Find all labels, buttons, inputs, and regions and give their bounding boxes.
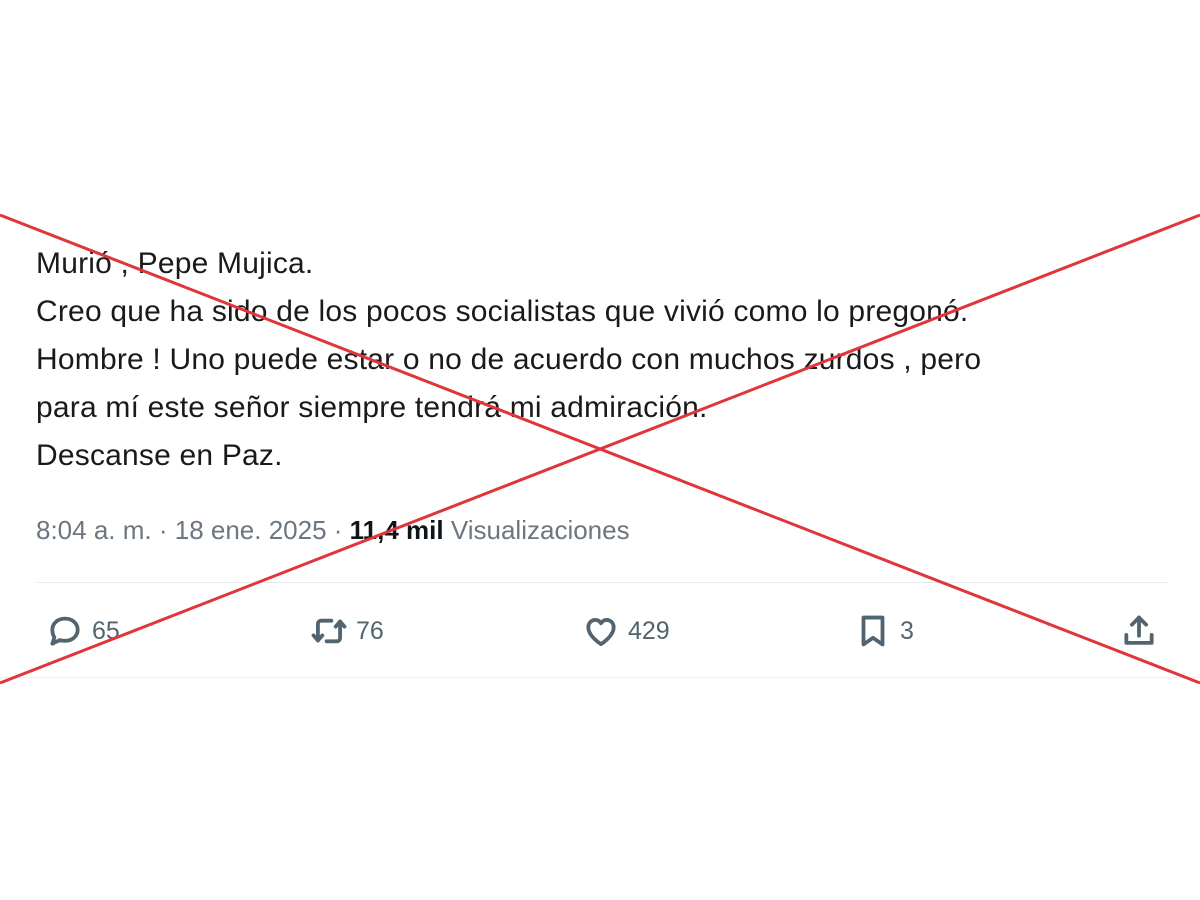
tweet-date[interactable]: 18 ene. 2025: [175, 515, 327, 545]
views-count: 11,4 mil: [349, 515, 444, 545]
tweet-time[interactable]: 8:04 a. m.: [36, 515, 152, 545]
reply-count: 65: [92, 616, 120, 645]
like-count: 429: [628, 616, 670, 645]
retweet-count: 76: [356, 616, 384, 645]
tweet-action-bar: 65 76 429 3: [0, 606, 1200, 656]
share-button[interactable]: [1120, 606, 1158, 656]
tweet-text-line: Descanse en Paz.: [36, 439, 283, 472]
tweet-text-line: para mí este señor siempre tendrá mi adm…: [36, 391, 708, 424]
reply-icon: [50, 616, 80, 646]
bookmark-button[interactable]: 3: [854, 606, 914, 656]
divider: [0, 677, 1200, 678]
tweet-text-line: Murió , Pepe Mujica.: [36, 247, 314, 280]
heart-icon: [586, 618, 616, 647]
share-icon: [1124, 615, 1154, 645]
tweet-text: Murió , Pepe Mujica. Creo que ha sido de…: [36, 240, 1166, 480]
retweet-button[interactable]: 76: [310, 606, 384, 656]
views-label: Visualizaciones: [450, 515, 630, 545]
divider: [36, 582, 1168, 583]
like-button[interactable]: 429: [582, 606, 670, 656]
meta-separator: ·: [326, 515, 350, 545]
meta-separator: ·: [151, 515, 175, 545]
tweet-text-line: Creo que ha sido de los pocos socialista…: [36, 295, 969, 328]
reply-button[interactable]: 65: [46, 606, 120, 656]
bookmark-icon: [861, 615, 885, 647]
tweet-metadata: 8:04 a. m. · 18 ene. 2025 · 11,4 mil Vis…: [36, 512, 630, 548]
bookmark-count: 3: [900, 616, 914, 645]
retweet-icon: [311, 618, 347, 644]
tweet-text-line: Hombre ! Uno puede estar o no de acuerdo…: [36, 343, 982, 376]
